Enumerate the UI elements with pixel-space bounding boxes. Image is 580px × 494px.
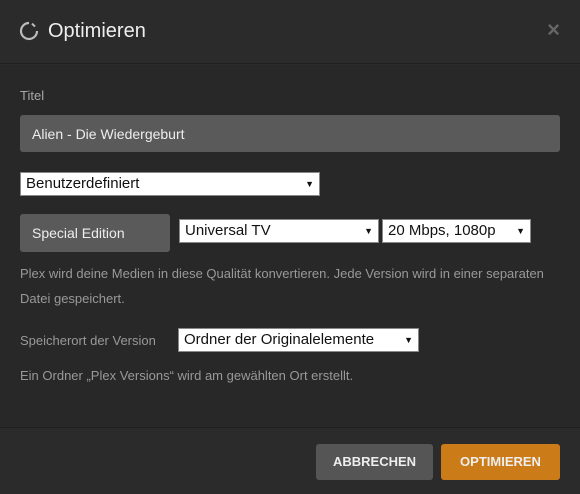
device-select[interactable]: Universal TV ▼ (179, 219, 379, 243)
preset-select[interactable]: Benutzerdefiniert ▼ (20, 172, 320, 196)
location-select[interactable]: Ordner der Originalelemente ▼ (178, 328, 419, 352)
caret-down-icon: ▼ (404, 335, 413, 345)
device-select-value: Universal TV (185, 222, 271, 239)
spinner-icon (19, 21, 39, 41)
cancel-button[interactable]: ABBRECHEN (316, 444, 433, 480)
optimize-button[interactable]: OPTIMIEREN (441, 444, 560, 480)
caret-down-icon: ▼ (305, 179, 314, 189)
caret-down-icon: ▼ (516, 226, 525, 236)
quality-help-text: Plex wird deine Medien in diese Qualität… (20, 266, 544, 306)
location-help-text: Ein Ordner „Plex Versions“ wird am gewäh… (20, 368, 354, 383)
location-select-value: Ordner der Originalelemente (184, 331, 375, 348)
title-label: Titel (20, 88, 45, 103)
quality-select[interactable]: 20 Mbps, 1080p ▼ (382, 219, 531, 243)
dialog-header: Optimieren × (0, 0, 580, 64)
location-label: Speicherort der Version (20, 333, 156, 348)
optimize-dialog: Optimieren × Titel Benutzerdefiniert ▼ S… (0, 0, 580, 494)
close-icon[interactable]: × (547, 18, 560, 42)
dialog-footer: ABBRECHEN OPTIMIEREN (0, 427, 580, 494)
quality-select-value: 20 Mbps, 1080p (388, 222, 496, 239)
edition-button[interactable]: Special Edition (20, 214, 170, 252)
caret-down-icon: ▼ (364, 226, 373, 236)
dialog-title: Optimieren (48, 20, 146, 42)
preset-select-value: Benutzerdefiniert (26, 175, 140, 192)
title-input[interactable] (20, 115, 560, 152)
